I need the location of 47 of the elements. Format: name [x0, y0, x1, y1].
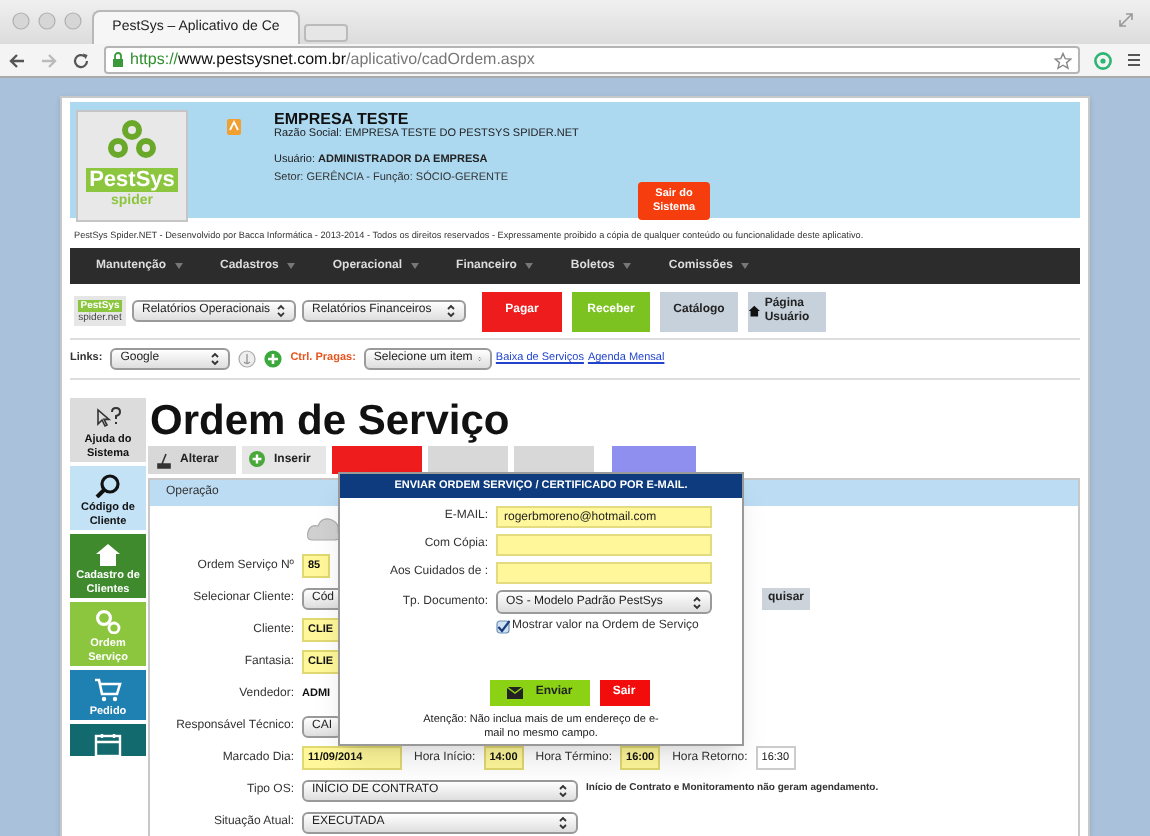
cloud-icon: [306, 512, 342, 544]
fullscreen-icon[interactable]: [1118, 12, 1134, 28]
address-bar[interactable]: https://www.pestsysnet.com.br/aplicativo/cadOrdem.aspx: [104, 46, 1080, 74]
action-button[interactable]: [332, 446, 422, 474]
caret-icon: [740, 262, 751, 270]
extension-icon[interactable]: [1094, 51, 1112, 69]
url-text: https://www.pestsysnet.com.br/aplicativo/cadOrdem.aspx: [130, 48, 535, 72]
caret-icon: [622, 262, 633, 270]
caret-icon: [174, 262, 185, 270]
caret-icon: [286, 262, 297, 270]
gears-icon: [94, 610, 122, 634]
reload-icon[interactable]: [72, 51, 90, 69]
input-field[interactable]: [496, 534, 712, 556]
input-field[interactable]: [496, 562, 712, 584]
forward-icon[interactable]: [40, 51, 58, 69]
envelope-icon: [505, 686, 524, 700]
star-icon[interactable]: [1054, 51, 1072, 69]
new-tab-button[interactable]: [304, 24, 348, 42]
caret-icon: [558, 815, 568, 829]
emblem-icon: [226, 118, 242, 136]
caret-icon: [276, 304, 286, 318]
caret-icon: [210, 352, 221, 366]
add-icon: [248, 450, 266, 470]
company-name: EMPRESA TESTE: [274, 110, 411, 128]
caret-icon: [558, 783, 568, 797]
caret-icon: [524, 262, 535, 270]
home-icon: [748, 302, 761, 320]
calendar-icon: [94, 732, 122, 756]
page-title: Ordem de Serviço: [150, 398, 512, 444]
brush-icon: [154, 450, 172, 470]
action-button[interactable]: [428, 446, 508, 474]
house-icon: [94, 542, 122, 566]
logo-text: PestSys: [85, 168, 179, 192]
action-button[interactable]: [514, 446, 594, 474]
caret-icon: [446, 304, 456, 318]
back-icon[interactable]: [8, 51, 26, 69]
lock-icon: [112, 52, 124, 68]
cursor-question-icon: [94, 406, 122, 430]
menu-icon[interactable]: [1126, 52, 1142, 68]
search-icon: [94, 474, 122, 498]
cart-icon: [94, 678, 122, 702]
caret-icon: [410, 262, 421, 270]
sidebar-item[interactable]: [70, 724, 146, 756]
caret-icon: [692, 595, 702, 609]
checkbox[interactable]: [496, 620, 510, 634]
add-icon[interactable]: [264, 350, 283, 368]
anchor-icon[interactable]: [238, 350, 257, 368]
